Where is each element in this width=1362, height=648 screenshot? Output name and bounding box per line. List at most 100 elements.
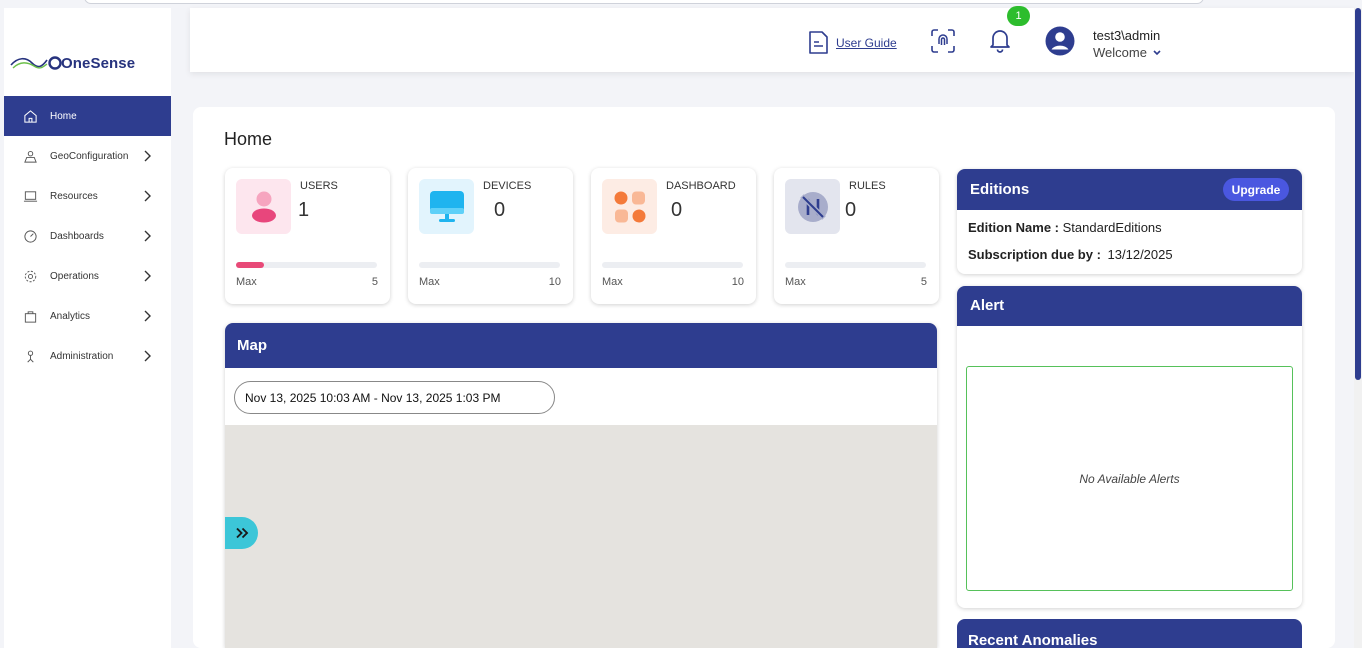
top-header: User Guide 1 test3\admin Welcome <box>190 6 1354 72</box>
user-guide-label: User Guide <box>836 35 897 50</box>
document-icon <box>809 31 828 54</box>
logo-o-icon <box>48 56 62 70</box>
sidebar-item-label: Resources <box>50 190 98 202</box>
notification-count-badge: 1 <box>1007 6 1030 26</box>
stat-max-label: Max <box>602 276 623 288</box>
sidebar-item-label: GeoConfiguration <box>50 150 129 162</box>
editions-card: Editions Upgrade Edition Name : Standard… <box>957 169 1302 274</box>
sidebar-item-resources[interactable]: Resources <box>4 176 171 216</box>
rules-blocked-icon <box>785 179 840 234</box>
edition-name-value: StandardEditions <box>1062 220 1162 235</box>
laptop-icon <box>22 188 38 204</box>
gauge-icon <box>22 228 38 244</box>
stat-progress-track <box>602 262 743 268</box>
onesense-logo[interactable]: OneSense <box>10 48 135 78</box>
stat-max-value: 10 <box>548 276 561 288</box>
stat-max-label: Max <box>236 276 257 288</box>
alert-card: Alert No Available Alerts <box>957 286 1302 608</box>
sidebar-item-geoconfiguration[interactable]: GeoConfiguration <box>4 136 171 176</box>
bell-icon <box>990 30 1010 53</box>
stat-progress-track <box>236 262 377 268</box>
chevron-right-icon <box>140 268 154 284</box>
page-scrollbar[interactable] <box>1354 8 1362 648</box>
stat-max-value: 10 <box>731 276 744 288</box>
chevron-right-icon <box>140 308 154 324</box>
home-icon <box>22 108 38 124</box>
sidebar-item-administration[interactable]: Administration <box>4 336 171 376</box>
stat-label: USERS <box>300 180 338 192</box>
sidebar-item-label: Analytics <box>50 310 91 322</box>
user-name: test3\admin <box>1093 28 1161 43</box>
scrollbar-thumb[interactable] <box>1355 8 1361 380</box>
sidebar-item-operations[interactable]: Operations <box>4 256 171 296</box>
avatar[interactable] <box>1045 26 1075 61</box>
sidebar-nav: Home GeoConfiguration Resources Dashboar… <box>4 96 171 376</box>
sidebar-item-home[interactable]: Home <box>4 96 171 136</box>
chevron-down-icon <box>1153 49 1161 55</box>
chevron-right-icon <box>140 188 154 204</box>
stat-card-devices[interactable]: DEVICES 0 Max 10 <box>408 168 573 304</box>
user-guide-link[interactable]: User Guide <box>807 30 897 55</box>
monitor-icon <box>419 179 474 234</box>
map-card: Map Nov 13, 2025 10:03 AM - Nov 13, 2025… <box>225 323 937 648</box>
stat-card-rules[interactable]: RULES 0 Max 5 <box>774 168 939 304</box>
sidebar-item-label: Home <box>50 110 77 122</box>
chevron-right-icon <box>140 228 154 244</box>
logo-swoosh-icon <box>10 57 48 69</box>
fingerprint-button[interactable] <box>930 28 956 59</box>
user-icon <box>236 179 291 234</box>
stat-max-label: Max <box>419 276 440 288</box>
date-range-picker[interactable]: Nov 13, 2025 10:03 AM - Nov 13, 2025 1:0… <box>234 381 555 414</box>
stat-value: 0 <box>845 199 857 221</box>
stat-max-value: 5 <box>371 276 378 288</box>
sidebar-item-label: Dashboards <box>50 230 104 242</box>
subscription-due-label: Subscription due by : <box>968 247 1101 262</box>
stat-value: 0 <box>671 199 683 221</box>
user-menu-toggle[interactable]: Welcome <box>1093 45 1162 60</box>
stat-progress-track <box>419 262 560 268</box>
edition-name-row: Edition Name : StandardEditions <box>968 220 1162 235</box>
stat-value: 0 <box>494 199 506 221</box>
chevron-right-icon <box>140 348 154 364</box>
expand-panel-button[interactable] <box>225 517 258 549</box>
alert-title: Alert <box>957 286 1302 326</box>
fingerprint-icon <box>931 29 955 53</box>
stat-progress-track <box>785 262 926 268</box>
user-circle-icon <box>1045 26 1075 56</box>
stat-card-users[interactable]: USERS 1 Max 5 <box>225 168 390 304</box>
alert-empty-state: No Available Alerts <box>966 366 1293 591</box>
stat-max-label: Max <box>785 276 806 288</box>
admin-icon <box>22 348 38 364</box>
stat-label: RULES <box>849 180 886 192</box>
logo-text: OneSense <box>61 54 136 72</box>
upgrade-button[interactable]: Upgrade <box>1223 178 1289 201</box>
map-title: Map <box>225 323 937 368</box>
stat-value: 1 <box>298 199 310 221</box>
gear-icon <box>22 268 38 284</box>
subscription-due-row: Subscription due by : 13/12/2025 <box>968 247 1173 262</box>
edition-name-label: Edition Name : <box>968 220 1060 235</box>
stat-label: DASHBOARD <box>666 180 736 192</box>
map-canvas[interactable] <box>225 425 937 648</box>
editions-header: Editions Upgrade <box>957 169 1302 210</box>
browser-address-bar[interactable] <box>84 0 1204 4</box>
double-chevron-right-icon <box>235 527 248 539</box>
bag-icon <box>22 308 38 324</box>
dashboard-grid-icon <box>602 179 657 234</box>
recent-anomalies-card: Recent Anomalies <box>957 619 1302 648</box>
notifications-button[interactable] <box>988 27 1012 58</box>
stat-card-dashboard[interactable]: DASHBOARD 0 Max 10 <box>591 168 756 304</box>
stat-max-value: 5 <box>920 276 927 288</box>
map-user-icon <box>22 148 38 164</box>
stat-progress-fill <box>236 262 265 268</box>
page-title: Home <box>224 129 273 149</box>
subscription-due-value: 13/12/2025 <box>1107 247 1173 262</box>
stat-label: DEVICES <box>483 180 532 192</box>
editions-title: Editions <box>970 181 1030 198</box>
sidebar-item-dashboards[interactable]: Dashboards <box>4 216 171 256</box>
sidebar-item-analytics[interactable]: Analytics <box>4 296 171 336</box>
chevron-right-icon <box>140 148 154 164</box>
sidebar-item-label: Administration <box>50 350 114 362</box>
welcome-label: Welcome <box>1093 45 1147 60</box>
browser-top-edge <box>0 0 1362 8</box>
